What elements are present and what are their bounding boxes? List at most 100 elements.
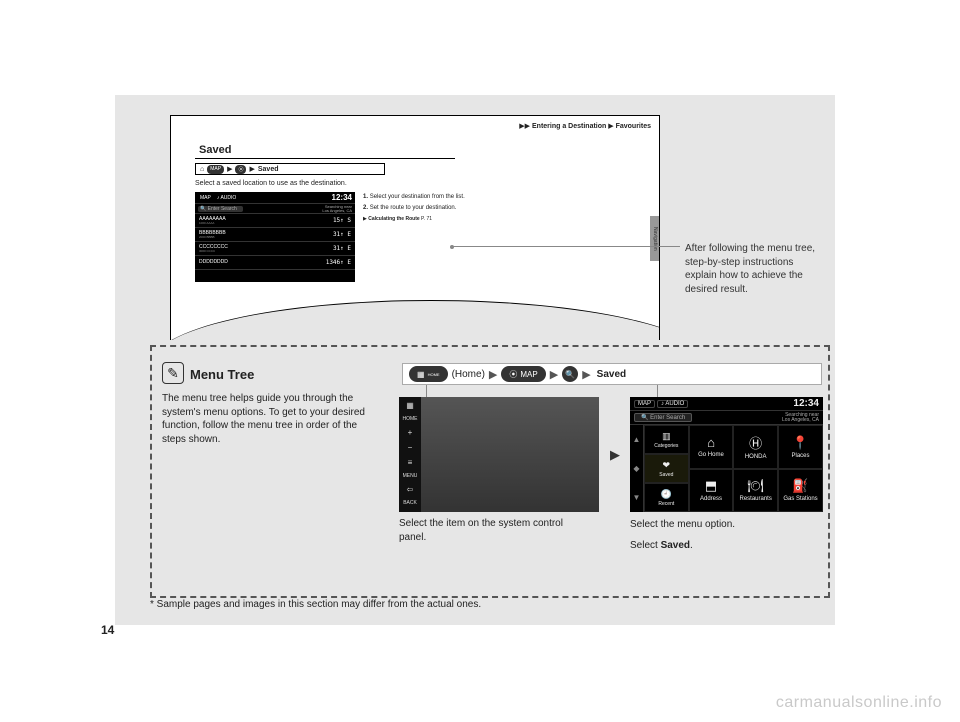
nav-grid: ▲◆▼ ⌂Go Home ⒽHONDA 📍Places ▥Categories … [630,425,823,512]
list-item[interactable]: AAAAAAAA1000 AAAA 15↑ S [195,214,355,228]
menu-tree-panel: ✎ Menu Tree The menu tree helps guide yo… [150,345,830,598]
near-value: Los Angeles, CA [322,208,352,213]
nav-caption-line1: Select the menu option. [630,517,810,532]
clock-icon: 🕘 [661,489,672,500]
map-chip: MAP [207,165,224,174]
nav-caption-suffix: . [690,540,693,551]
watermark: carmanualsonline.info [776,694,942,712]
chevron-right-icon: ▶ [582,368,590,381]
row-sub: 2000 BBBB [199,236,226,239]
callout-line [657,385,658,397]
tile-label: Places [791,453,809,459]
reference-page: P. 71 [421,216,432,222]
list-item[interactable]: CCCCCCCC3000 CCCC 31↑ E [195,242,355,256]
crumb-level-1: Entering a Destination [532,123,606,130]
clock: 12:34 [793,398,819,409]
menu-tree-paragraph: The menu tree helps guide you through th… [162,392,377,446]
panel-caption: Select the item on the system control pa… [399,517,579,544]
flow-arrow-icon: ▶ [610,447,620,463]
categories-icon: ▥ [662,431,671,442]
tile-address[interactable]: ⬒ Address [689,469,734,513]
control-panel-screen: ▦ HOME + − ≡ MENU ⇦ BACK [399,397,599,512]
tile-label: Address [700,496,722,502]
search-input[interactable]: 🔍 Enter Search [198,206,243,212]
menu-tree-bar: ▦ HOME (Home) ▶ ⦿ MAP ▶ 🔍 ▶ Saved [402,363,822,385]
list-item[interactable]: BBBBBBBB2000 BBBB 31↑ E [195,228,355,242]
screen-header: MAP ♪ AUDIO 12:34 [630,397,823,411]
tile-go-home[interactable]: ⌂Go Home [689,425,734,469]
bar-step-saved: Saved [597,369,626,380]
bar-step-saved: Saved [258,166,279,173]
home-chip: ▦ HOME [409,366,448,382]
scroll-strip: ▲◆▼ [630,425,644,512]
tab-audio[interactable]: ♪ AUDIO [215,195,238,201]
saved-list-screen: MAP ♪ AUDIO 12:34 🔍 Enter Search Searchi… [195,192,355,282]
address-icon: ⬒ [705,478,717,494]
search-input[interactable]: 🔍 Enter Search [634,413,692,422]
tile-label: Restaurants [739,496,771,502]
nav-caption: Select the menu option. Select Saved. [630,517,810,553]
tab-map[interactable]: MAP [198,195,213,201]
page-number: 14 [101,623,114,637]
zoom-out-icon[interactable]: − [408,443,413,452]
list-item[interactable]: DDDDDDDD 1346↑ E [195,256,355,270]
restaurant-icon: 🍽 [747,478,764,494]
chevron-right-icon: ▶ [550,368,558,381]
menu-icon[interactable]: ≡ [408,458,413,467]
search-chip: ⦿ [235,165,246,174]
chevron-right-icon: ▶ [489,368,497,381]
control-panel-strip: ▦ HOME + − ≡ MENU ⇦ BACK [399,397,421,512]
tile-restaurants[interactable]: 🍽 Restaurants [733,469,778,513]
home-chip-sub: HOME [428,372,440,377]
crumb-arrow-icon: ▶ [608,123,613,130]
row-name: DDDDDDDD [199,260,228,265]
tile-places[interactable]: 📍Places [778,425,823,469]
step-text: Select your destination from the list. [370,194,465,200]
tile-gas[interactable]: ⛽Gas Stations [778,469,823,513]
menu-tree-icon: ✎ [162,362,184,384]
tile-saved[interactable]: ❤Saved [644,454,689,483]
strip-label: BACK [403,500,417,506]
callout-text: After following the menu tree, step-by-s… [685,242,825,296]
torn-edge [170,300,660,340]
magnifier-icon: ⦿ [238,166,243,173]
footnote: * Sample pages and images in this sectio… [150,599,481,610]
example-description: Select a saved location to use as the de… [195,180,347,187]
heart-icon: ❤ [663,460,671,471]
tile-honda[interactable]: ⒽHONDA [733,425,778,469]
heading-underline [195,158,455,159]
screen-header: MAP ♪ AUDIO 12:34 [195,192,355,204]
home-grid-icon: ▦ [417,370,425,379]
section-heading: Saved [199,144,231,156]
row-distance: 15↑ S [333,217,351,224]
reference-icon: ▶ [363,216,367,222]
row-sub: 1000 AAAA [199,222,226,225]
map-chip: ⦿ MAP [501,366,545,382]
chevron-right-icon: ▶ [227,165,232,173]
tile-recent[interactable]: 🕘Recent [644,483,689,512]
back-icon[interactable]: ⇦ [407,485,414,494]
step-number: 1. [363,194,368,200]
magnifier-icon: 🔍 [565,370,575,379]
row-distance: 31↑ E [333,231,351,238]
example-excerpt: ▶▶ Entering a Destination ▶ Favourites S… [170,115,660,340]
strip-label: MENU [403,473,418,479]
side-tab-navigation: Navigation [650,216,660,261]
tile-label: Gas Stations [783,496,817,502]
row-distance: 31↑ E [333,245,351,252]
nav-menu-screen: MAP ♪ AUDIO 12:34 🔍 Enter Search Searchi… [630,397,823,512]
step-number: 2. [363,205,368,211]
crumb-level-2: Favourites [616,123,651,130]
step-text: Set the route to your destination. [370,205,457,211]
home-grid-icon[interactable]: ▦ [406,401,414,410]
tab-map[interactable]: MAP [634,400,655,408]
crumb-arrow-icon: ▶▶ [519,123,530,130]
compass-icon: ⦿ [509,369,517,380]
tile-categories[interactable]: ▥Categories [644,425,689,454]
tile-label: Saved [659,472,673,478]
reference-label: Calculating the Route [368,216,419,222]
tile-label: Categories [654,443,678,449]
zoom-in-icon[interactable]: + [408,428,413,437]
row-sub: 3000 CCCC [199,250,228,253]
tab-audio[interactable]: ♪ AUDIO [657,400,688,408]
